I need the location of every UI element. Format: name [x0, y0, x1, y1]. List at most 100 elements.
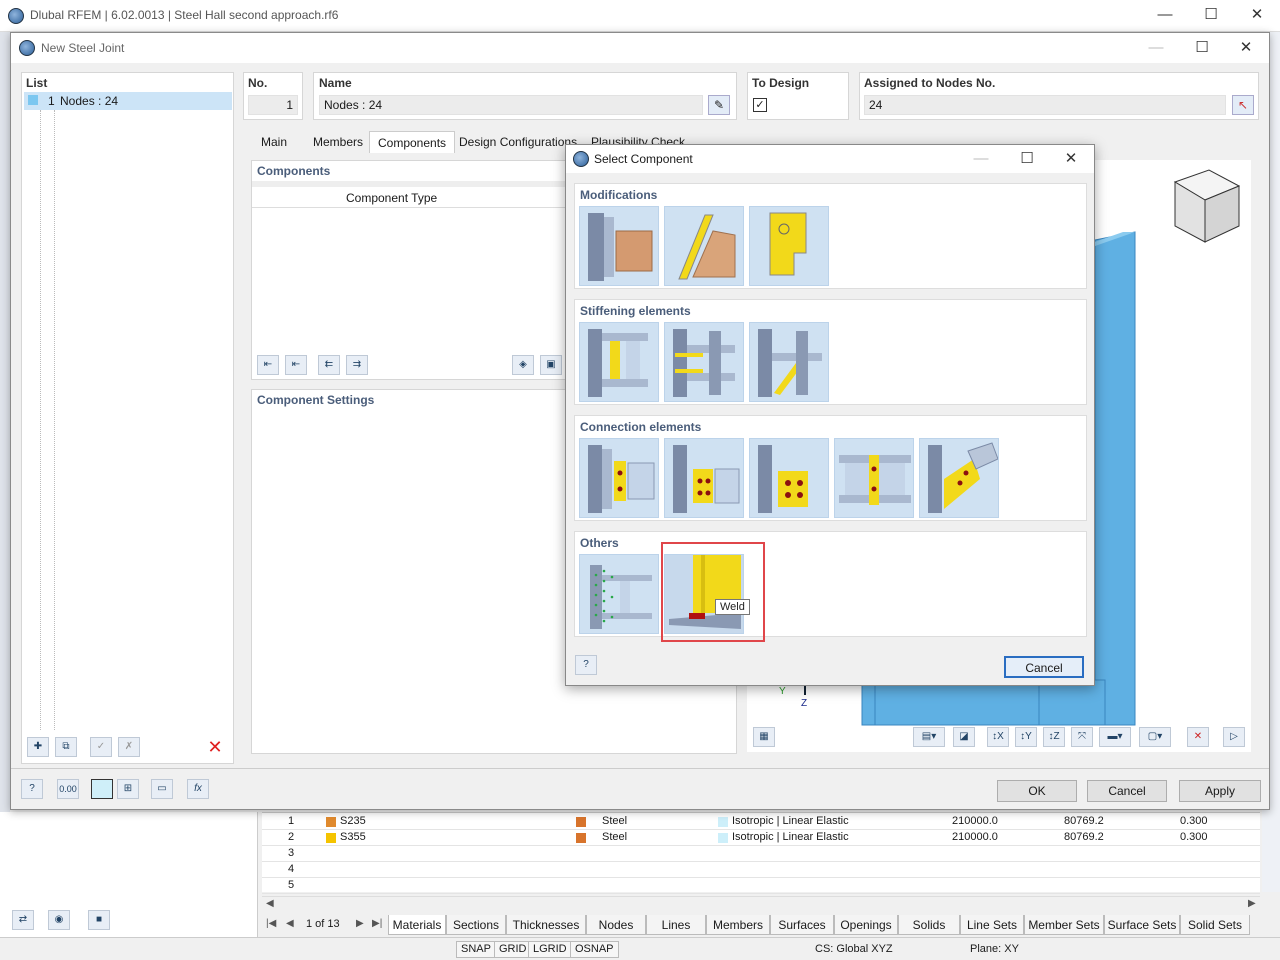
- table-tab-solid-sets[interactable]: Solid Sets: [1180, 915, 1250, 935]
- units-icon[interactable]: ⊞: [117, 779, 139, 799]
- view-z-icon[interactable]: ↕Z: [1043, 727, 1065, 747]
- move-all-left-icon[interactable]: ⇇: [318, 355, 340, 375]
- first-page-icon[interactable]: |◀: [266, 918, 276, 929]
- table-tab-surface-sets[interactable]: Surface Sets: [1104, 915, 1180, 935]
- assigned-field[interactable]: 24: [864, 95, 1226, 115]
- material-color-swatch: [326, 817, 336, 827]
- apply-button[interactable]: Apply: [1179, 780, 1261, 802]
- table-tab-nodes[interactable]: Nodes: [586, 915, 646, 935]
- component-tile-opening[interactable]: [749, 206, 829, 286]
- view-x-icon[interactable]: ↕X: [987, 727, 1009, 747]
- select-help-icon[interactable]: ?: [575, 655, 597, 675]
- component-tile-horizontal-stiffener[interactable]: [664, 322, 744, 402]
- horizontal-scrollbar[interactable]: ◀ ▶: [262, 896, 1260, 912]
- delete-icon[interactable]: ✕: [204, 737, 226, 757]
- component-save-icon[interactable]: ▣: [540, 355, 562, 375]
- select-minimize-button[interactable]: —: [958, 144, 1004, 174]
- edit-name-icon[interactable]: ✎: [708, 95, 730, 115]
- model-view-icon[interactable]: ▬▾: [1099, 727, 1131, 747]
- ok-button[interactable]: OK: [997, 780, 1077, 802]
- component-tile-bolted-plate[interactable]: [749, 438, 829, 518]
- display-icon[interactable]: ▭: [151, 779, 173, 799]
- number-field[interactable]: 1: [248, 95, 298, 115]
- snap-toggle[interactable]: SNAP: [456, 941, 496, 958]
- table-tab-materials[interactable]: Materials: [388, 915, 446, 935]
- table-tab-solids[interactable]: Solids: [898, 915, 960, 935]
- table-row[interactable]: 5: [262, 878, 1260, 894]
- table-row[interactable]: 2 S355 Steel Isotropic | Linear Elastic 2100…: [262, 830, 1260, 846]
- table-row[interactable]: 3: [262, 846, 1260, 862]
- color-swatch-button[interactable]: [91, 779, 113, 799]
- dialog-maximize-button[interactable]: ☐: [1179, 33, 1225, 63]
- table-row[interactable]: 4: [262, 862, 1260, 878]
- panel-toggle-icon[interactable]: ▷: [1223, 727, 1245, 747]
- reset-view-icon[interactable]: ✕: [1187, 727, 1209, 747]
- to-design-checkbox[interactable]: ✓: [753, 98, 767, 112]
- new-item-icon[interactable]: ✚: [27, 737, 49, 757]
- table-tab-thicknesses[interactable]: Thicknesses: [506, 915, 586, 935]
- table-tab-members[interactable]: Members: [706, 915, 770, 935]
- formula-icon[interactable]: fx: [187, 779, 209, 799]
- table-tab-openings[interactable]: Openings: [834, 915, 898, 935]
- grid-toggle[interactable]: GRID: [494, 941, 532, 958]
- list-item-label: Nodes : 24: [60, 94, 119, 108]
- value-display-icon[interactable]: 0.00: [57, 779, 79, 799]
- table-tab-surfaces[interactable]: Surfaces: [770, 915, 834, 935]
- component-tile-diagonal-stiffener[interactable]: [749, 322, 829, 402]
- camera-icon[interactable]: ■: [88, 910, 110, 930]
- select-cancel-button[interactable]: Cancel: [1004, 656, 1084, 678]
- table-tab-lines[interactable]: Lines: [646, 915, 706, 935]
- component-tile-plate-cut[interactable]: [664, 206, 744, 286]
- component-tile-fin-plate[interactable]: [579, 438, 659, 518]
- material-model-swatch: [718, 817, 728, 827]
- cancel-button[interactable]: Cancel: [1087, 780, 1167, 802]
- view-y-icon[interactable]: ↕Y: [1015, 727, 1037, 747]
- table-tab-line-sets[interactable]: Line Sets: [960, 915, 1024, 935]
- component-tile-fasteners[interactable]: [579, 554, 659, 634]
- select-maximize-button[interactable]: ☐: [1004, 144, 1050, 174]
- scroll-right-icon[interactable]: ▶: [1248, 898, 1256, 909]
- component-tile-end-plate[interactable]: [664, 438, 744, 518]
- component-tile-splice-plate[interactable]: [834, 438, 914, 518]
- minimize-button[interactable]: —: [1142, 0, 1188, 30]
- group-title: Others: [580, 536, 619, 550]
- next-page-icon[interactable]: ▶: [356, 918, 364, 929]
- component-tile-gusset-plate[interactable]: [919, 438, 999, 518]
- view-settings-icon[interactable]: ▦: [753, 727, 775, 747]
- list-item[interactable]: 1 Nodes : 24: [24, 92, 232, 110]
- render-icon[interactable]: ◪: [953, 727, 975, 747]
- scroll-left-icon[interactable]: ◀: [266, 898, 274, 909]
- component-view-icon[interactable]: ◈: [512, 355, 534, 375]
- select-close-button[interactable]: ✕: [1048, 144, 1094, 174]
- uncheck-icon[interactable]: ✗: [118, 737, 140, 757]
- display-options-icon[interactable]: ▤▾: [913, 727, 945, 747]
- dialog-minimize-button[interactable]: —: [1133, 33, 1179, 63]
- maximize-button[interactable]: ☐: [1188, 0, 1234, 30]
- tab-main[interactable]: Main: [253, 131, 295, 153]
- prev-page-icon[interactable]: ◀: [286, 918, 294, 929]
- close-button[interactable]: ✕: [1234, 0, 1280, 30]
- copy-item-icon[interactable]: ⧉: [55, 737, 77, 757]
- tab-components[interactable]: Components: [369, 131, 456, 153]
- table-tab-member-sets[interactable]: Member Sets: [1024, 915, 1104, 935]
- eye-icon[interactable]: ◉: [48, 910, 70, 930]
- pick-nodes-icon[interactable]: ↖: [1232, 95, 1254, 115]
- component-tile-stiffener[interactable]: [579, 322, 659, 402]
- move-all-right-icon[interactable]: ⇉: [346, 355, 368, 375]
- osnap-toggle[interactable]: OSNAP: [570, 941, 619, 958]
- table-row[interactable]: 1 S235 Steel Isotropic | Linear Elastic 2100…: [262, 814, 1260, 830]
- help-icon[interactable]: ?: [21, 779, 43, 799]
- navigator-data-icon[interactable]: ⇄: [12, 910, 34, 930]
- move-left-alt-icon[interactable]: ⇤: [285, 355, 307, 375]
- component-tile-cut[interactable]: [579, 206, 659, 286]
- last-page-icon[interactable]: ▶|: [372, 918, 382, 929]
- box-view-icon[interactable]: ▢▾: [1139, 727, 1171, 747]
- check-icon[interactable]: ✓: [90, 737, 112, 757]
- move-left-icon[interactable]: ⇤: [257, 355, 279, 375]
- lgrid-toggle[interactable]: LGRID: [528, 941, 572, 958]
- name-field[interactable]: Nodes : 24: [319, 95, 703, 115]
- view-iso-icon[interactable]: ⤧: [1071, 727, 1093, 747]
- tab-members[interactable]: Members: [305, 131, 371, 153]
- table-tab-sections[interactable]: Sections: [446, 915, 506, 935]
- dialog-close-button[interactable]: ✕: [1223, 33, 1269, 63]
